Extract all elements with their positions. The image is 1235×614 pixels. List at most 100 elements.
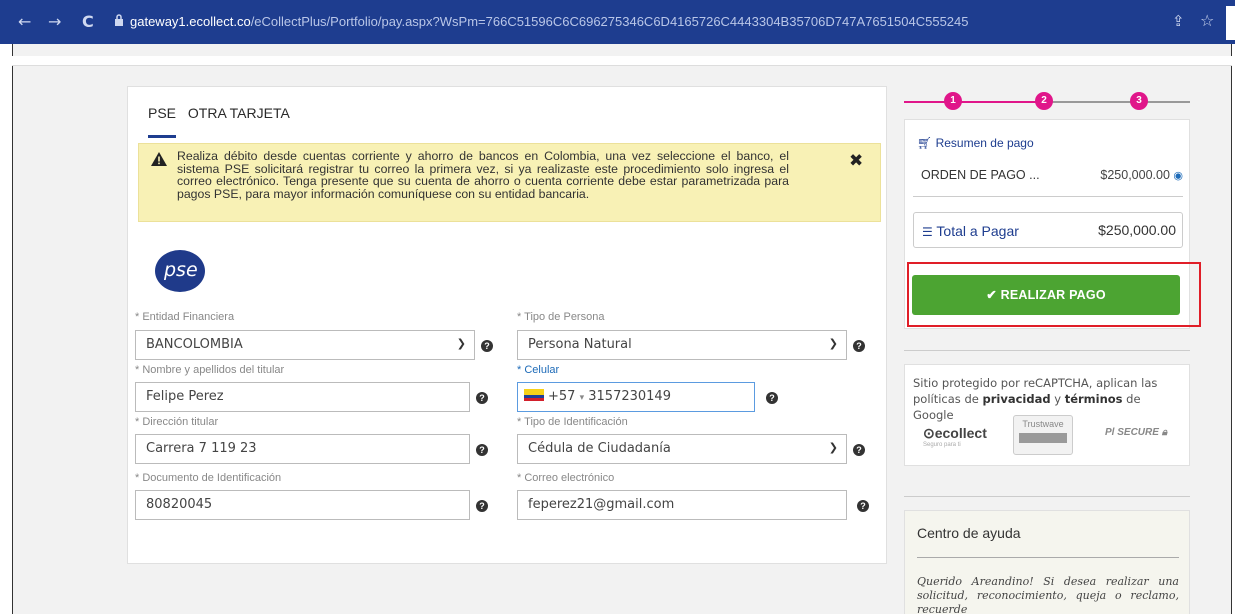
cart-icon: 🛒︎ — [917, 136, 933, 150]
warning-icon — [151, 152, 167, 166]
back-arrow-icon[interactable]: ← — [18, 12, 31, 31]
progress-stepper: 1 2 3 — [904, 90, 1190, 114]
url-path: /eCollectPlus/Portfolio/pay.aspx?WsPm=76… — [250, 14, 969, 29]
page-header-strip — [12, 56, 1232, 66]
ecollect-text: ecollect — [934, 425, 987, 441]
step-line — [1044, 101, 1190, 103]
payment-tabs: PSE OTRA TARJETA — [148, 105, 298, 138]
order-amount: $250,000.00 ◉ — [1100, 168, 1183, 182]
help-icon[interactable]: ? — [853, 444, 865, 456]
tab-otra-tarjeta[interactable]: OTRA TARJETA — [188, 105, 290, 135]
close-icon[interactable]: ✖ — [849, 151, 863, 171]
secure-logo: Pl SECURE 🔒︎ — [1105, 427, 1168, 438]
divider — [904, 496, 1190, 497]
help-center: Centro de ayuda Querido Areandino! Si de… — [904, 510, 1190, 614]
tipo-id-select[interactable]: Cédula de Ciudadanía ❯ — [517, 434, 847, 464]
check-circle-icon: ✔ — [986, 288, 997, 302]
security-logos: ⊙ecollect Seguro para ti Trustwave Pl SEC… — [913, 413, 1183, 457]
total-label-text: Total a Pagar — [936, 223, 1019, 239]
help-icon[interactable]: ? — [857, 500, 869, 512]
lock-icon: 🔒︎ — [1161, 427, 1168, 438]
entidad-label: * Entidad Financiera — [135, 311, 235, 323]
tipo-id-value: Cédula de Ciudadanía — [528, 441, 671, 456]
share-icon[interactable]: ⇪ — [1172, 12, 1185, 30]
terms-link[interactable]: términos — [1065, 392, 1123, 406]
ecollect-logo: ⊙ecollect Seguro para ti — [923, 425, 987, 448]
divider — [913, 196, 1183, 197]
entidad-value: BANCOLOMBIA — [146, 337, 243, 352]
help-icon[interactable]: ? — [476, 392, 488, 404]
divider — [917, 557, 1179, 558]
chevron-down-icon: ❯ — [828, 441, 838, 454]
secure-text: SECURE — [1117, 427, 1159, 438]
celular-value: 3157230149 — [588, 389, 671, 404]
alert-message: Realiza débito desde cuentas corriente y… — [177, 149, 789, 201]
direccion-value: Carrera 7 119 23 — [146, 441, 257, 456]
help-icon[interactable]: ? — [481, 340, 493, 352]
pse-logo-text: pse — [164, 259, 198, 281]
trustwave-text: Trustwave — [1022, 419, 1064, 429]
forward-arrow-icon[interactable]: → — [48, 12, 61, 31]
celular-label: * Celular — [517, 364, 560, 376]
privacy-link[interactable]: privacidad — [982, 392, 1050, 406]
help-icon[interactable]: ? — [766, 392, 778, 404]
order-label: ORDEN DE PAGO ... — [921, 168, 1040, 182]
window-edge — [1226, 6, 1235, 40]
step-2: 2 — [1035, 92, 1053, 110]
correo-input[interactable]: feperez21@gmail.com — [517, 490, 847, 520]
eye-icon[interactable]: ◉ — [1173, 170, 1183, 182]
nombre-input[interactable]: Felipe Perez — [135, 382, 470, 412]
tipo-id-label: * Tipo de Identificación — [517, 416, 628, 428]
summary-title-text: Resumen de pago — [935, 136, 1034, 150]
pse-logo: pse — [155, 250, 205, 292]
documento-input[interactable]: 80820045 — [135, 490, 470, 520]
tipo-persona-value: Persona Natural — [528, 337, 632, 352]
chevron-down-icon: ❯ — [456, 337, 466, 350]
chevron-down-icon: ❯ — [828, 337, 838, 350]
direccion-label: * Dirección titular — [135, 416, 219, 428]
step-1: 1 — [944, 92, 962, 110]
ecollect-tagline: Seguro para ti — [923, 442, 961, 448]
total-box: ☰ Total a Pagar $250,000.00 — [913, 212, 1183, 248]
help-text: Querido Areandino! Si desea realizar una… — [917, 575, 1179, 614]
direccion-input[interactable]: Carrera 7 119 23 — [135, 434, 470, 464]
lock-icon — [115, 14, 123, 26]
order-row: ORDEN DE PAGO ... $250,000.00 ◉ — [921, 168, 1183, 182]
celular-input[interactable]: +57 ▾ 3157230149 — [517, 382, 755, 412]
step-line — [904, 101, 1044, 103]
celular-code[interactable]: +57 — [548, 389, 575, 404]
address-bar[interactable]: gateway1.ecollect.co/eCollectPlus/Portfo… — [130, 14, 969, 29]
tab-pse[interactable]: PSE — [148, 105, 177, 138]
pay-button-label: REALIZAR PAGO — [1000, 288, 1106, 302]
list-icon: ☰ — [922, 225, 933, 239]
help-icon[interactable]: ? — [476, 444, 488, 456]
captcha-text-2: y — [1050, 392, 1065, 406]
bookmark-star-icon[interactable]: ☆ — [1200, 11, 1214, 30]
recaptcha-notice: Sitio protegido por reCAPTCHA, aplican l… — [904, 364, 1190, 466]
order-amount-value: $250,000.00 — [1100, 168, 1170, 182]
divider — [904, 350, 1190, 351]
tipo-persona-select[interactable]: Persona Natural ❯ — [517, 330, 847, 360]
step-3: 3 — [1130, 92, 1148, 110]
nombre-value: Felipe Perez — [146, 389, 224, 404]
reload-icon[interactable]: C — [82, 12, 94, 31]
chevron-down-icon: ▾ — [579, 393, 585, 403]
trustwave-badge[interactable]: Trustwave — [1013, 415, 1073, 455]
colombia-flag-icon[interactable] — [524, 389, 544, 401]
realizar-pago-button[interactable]: ✔ REALIZAR PAGO — [912, 275, 1180, 315]
documento-value: 80820045 — [146, 497, 213, 512]
trustwave-bar — [1019, 433, 1067, 443]
total-amount: $250,000.00 — [1098, 222, 1176, 238]
help-title: Centro de ayuda — [917, 525, 1021, 541]
info-alert: Realiza débito desde cuentas corriente y… — [138, 143, 881, 222]
summary-title: 🛒︎ Resumen de pago — [917, 136, 1034, 150]
help-icon[interactable]: ? — [853, 340, 865, 352]
tipo-persona-label: * Tipo de Persona — [517, 311, 605, 323]
nombre-label: * Nombre y apellidos del titular — [135, 364, 285, 376]
correo-value: feperez21@gmail.com — [528, 497, 675, 512]
total-label: ☰ Total a Pagar — [922, 223, 1019, 239]
help-icon[interactable]: ? — [476, 500, 488, 512]
browser-toolbar: ← → C gateway1.ecollect.co/eCollectPlus/… — [0, 0, 1235, 44]
entidad-select[interactable]: BANCOLOMBIA ❯ — [135, 330, 475, 360]
url-host: gateway1.ecollect.co — [130, 14, 251, 29]
